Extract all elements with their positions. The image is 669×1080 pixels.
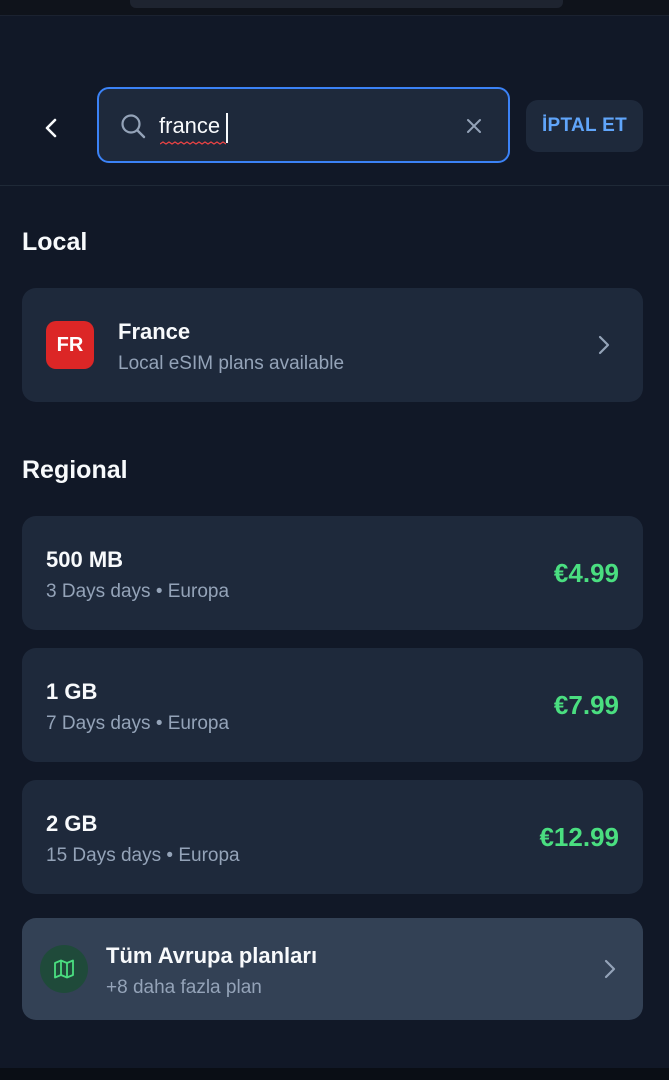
clear-search-button[interactable] (462, 114, 486, 138)
search-header: İPTAL ET (0, 16, 669, 186)
country-subtitle: Local eSIM plans available (118, 353, 345, 374)
local-country-item[interactable]: FR France Local eSIM plans available (22, 288, 643, 402)
country-flag-badge: FR (46, 321, 94, 369)
all-europe-plans-button[interactable]: Tüm Avrupa planları +8 daha fazla plan (22, 918, 643, 1020)
all-plans-title: Tüm Avrupa planları (106, 943, 318, 968)
plan-data-amount: 500 MB (46, 547, 124, 572)
plan-duration: 7 Days days • Europa (46, 713, 230, 734)
local-section-title: Local (22, 228, 88, 256)
all-plans-subtitle: +8 daha fazla plan (106, 977, 262, 998)
chevron-right-icon (604, 959, 616, 979)
map-icon (54, 959, 74, 979)
regional-section-title: Regional (22, 456, 128, 484)
plan-price: €7.99 (553, 690, 619, 720)
chevron-right-icon (598, 335, 610, 355)
chevron-left-icon (45, 118, 57, 138)
text-cursor (226, 113, 228, 143)
plan-card[interactable]: 2 GB 15 Days days • Europa €12.99 (22, 780, 643, 894)
country-name: France (118, 319, 191, 344)
map-icon-badge (40, 945, 88, 993)
search-icon (121, 114, 146, 139)
plan-price: €4.99 (553, 558, 619, 588)
close-icon (467, 119, 481, 133)
spellcheck-underline (160, 141, 226, 145)
bottom-strip (0, 1068, 669, 1080)
cancel-button[interactable]: İPTAL ET (526, 100, 643, 152)
plan-data-amount: 2 GB (46, 811, 98, 836)
search-input[interactable] (159, 109, 449, 143)
browser-top-strip (0, 0, 669, 16)
plan-duration: 15 Days days • Europa (46, 845, 240, 866)
browser-address-bar (130, 0, 563, 8)
plan-card[interactable]: 1 GB 7 Days days • Europa €7.99 (22, 648, 643, 762)
back-button[interactable] (32, 108, 72, 148)
plan-card[interactable]: 500 MB 3 Days days • Europa €4.99 (22, 516, 643, 630)
plan-duration: 3 Days days • Europa (46, 581, 230, 602)
plan-data-amount: 1 GB (46, 679, 98, 704)
search-field[interactable] (97, 87, 510, 163)
plan-price: €12.99 (539, 822, 619, 852)
app-screen: İPTAL ET Local FR France Local eSIM plan… (0, 16, 669, 1068)
